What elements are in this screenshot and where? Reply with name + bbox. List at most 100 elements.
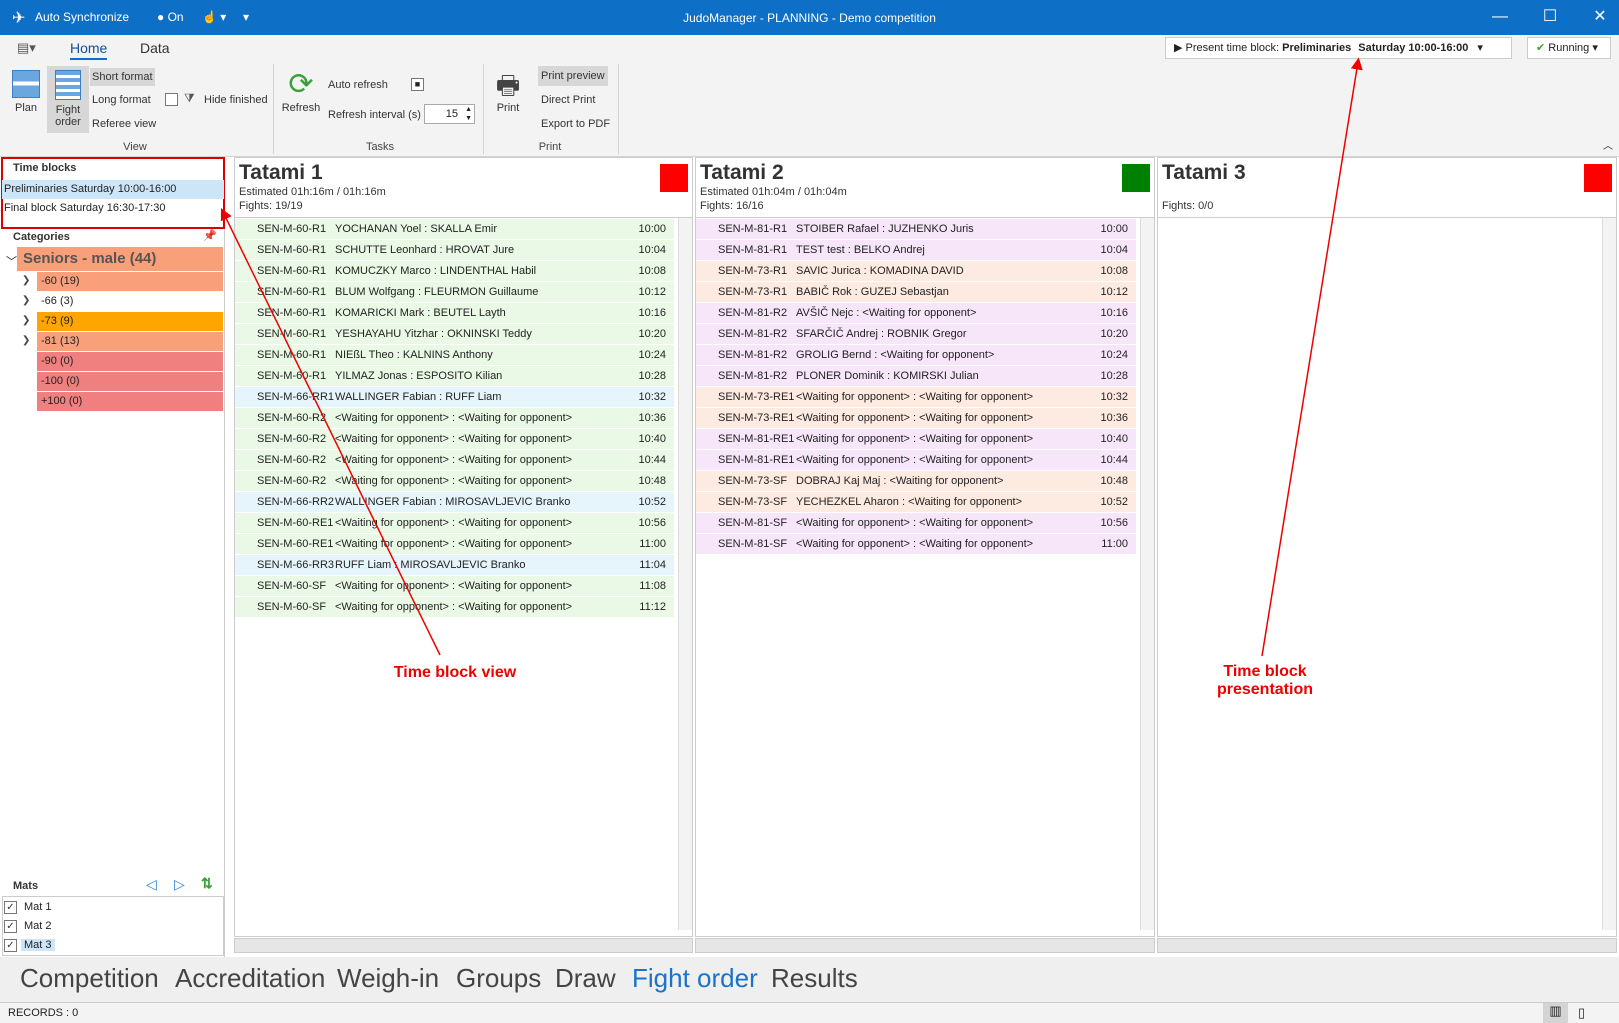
fight-row[interactable]: SEN-M-73-SF YECHEZKEL Aharon : <Waiting f… — [696, 492, 1136, 513]
fight-row[interactable]: SEN-M-60-R1 BLUM Wolfgang : FLEURMON Guil… — [235, 282, 674, 303]
fight-row[interactable]: SEN-M-60-R1 SCHUTTE Leonhard : HROVAT Jur… — [235, 240, 674, 261]
fight-row[interactable]: SEN-M-66-RR2 WALLINGER Fabian : MIROSAVLJ… — [235, 492, 674, 513]
fight-row[interactable]: SEN-M-81-R2 PLONER Dominik : KOMIRSKI Jul… — [696, 366, 1136, 387]
fight-row[interactable]: SEN-M-60-R1 KOMARICKI Mark : BEUTEL Layth… — [235, 303, 674, 324]
fight-row[interactable]: SEN-M-73-R1 BABIČ Rok : GUZEJ Sebastjan 10… — [696, 282, 1136, 303]
fight-row[interactable]: SEN-M-60-R2 <Waiting for opponent> : <Wai… — [235, 471, 674, 492]
fight-row[interactable]: SEN-M-81-R2 GROLIG Bernd : <Waiting for o… — [696, 345, 1136, 366]
mat-item[interactable]: ✓ Mat 3 — [4, 937, 55, 954]
mat-checkbox[interactable]: ✓ — [4, 900, 17, 914]
fight-row[interactable]: SEN-M-60-R1 NIEßL Theo : KALNINS Anthony 1… — [235, 345, 674, 366]
refresh-button[interactable]: ⟳ Refresh — [281, 68, 321, 114]
fight-row[interactable]: SEN-M-81-R1 TEST test : BELKO Andrej 10:04 — [696, 240, 1136, 261]
fight-order-button[interactable]: Fight order — [47, 66, 89, 133]
fight-row[interactable]: SEN-M-73-SF DOBRAJ Kaj Maj : <Waiting for… — [696, 471, 1136, 492]
plan-button[interactable]: Plan — [6, 70, 46, 114]
pin-icon[interactable]: 📌 — [203, 229, 217, 242]
running-status-button[interactable]: ✔ Running ▾ — [1527, 37, 1611, 59]
app-menu-icon[interactable]: ▤▾ — [17, 40, 36, 56]
vertical-scrollbar[interactable] — [1602, 218, 1616, 930]
category-group[interactable]: Seniors - male (44) — [17, 247, 223, 271]
minimize-button[interactable]: — — [1480, 5, 1520, 29]
nav-accreditation[interactable]: Accreditation — [175, 963, 325, 994]
category-item[interactable]: -100 (0) — [37, 372, 223, 391]
mat-item[interactable]: ✓ Mat 1 — [4, 899, 55, 916]
arrow-right-icon[interactable]: ▷ — [174, 876, 185, 893]
present-time-block-selector[interactable]: ▶ Present time block: Preliminaries Satu… — [1165, 37, 1512, 59]
tatami-status-flag[interactable] — [1122, 164, 1150, 192]
fight-row[interactable]: SEN-M-60-SF <Waiting for opponent> : <Wai… — [235, 576, 674, 597]
tab-data[interactable]: Data — [140, 40, 170, 56]
reading-view-icon[interactable]: ▥ — [1543, 1003, 1568, 1023]
horizontal-scrollbar[interactable] — [1157, 938, 1617, 953]
fight-row[interactable]: SEN-M-60-RE1 <Waiting for opponent> : <Wa… — [235, 513, 674, 534]
nav-weigh-in[interactable]: Weigh-in — [337, 963, 439, 994]
normal-view-icon[interactable]: ▯ — [1578, 1005, 1585, 1021]
chevron-right-icon[interactable]: ❯ — [22, 335, 30, 346]
tatami-status-flag[interactable] — [1584, 164, 1612, 192]
tatami-status-flag[interactable] — [660, 164, 688, 192]
mat-checkbox[interactable]: ✓ — [4, 919, 17, 933]
close-button[interactable]: ✕ — [1580, 5, 1619, 29]
fight-row[interactable]: SEN-M-81-SF <Waiting for opponent> : <Wai… — [696, 534, 1136, 555]
nav-fight-order[interactable]: Fight order — [632, 963, 758, 994]
fight-row[interactable]: SEN-M-66-RR1 WALLINGER Fabian : RUFF Liam… — [235, 387, 674, 408]
category-item[interactable]: -60 (19) — [37, 272, 223, 291]
export-pdf-button[interactable]: Export to PDF — [541, 118, 610, 130]
mat-item[interactable]: ✓ Mat 2 — [4, 918, 55, 935]
print-preview-button[interactable]: Print preview — [538, 66, 608, 86]
fight-row[interactable]: SEN-M-60-R2 <Waiting for opponent> : <Wai… — [235, 408, 674, 429]
short-format-button[interactable]: Short format — [90, 68, 155, 86]
category-item[interactable]: -66 (3) — [37, 292, 223, 311]
vertical-scrollbar[interactable] — [1140, 218, 1154, 930]
arrow-left-icon[interactable]: ◁ — [146, 876, 157, 893]
nav-competition[interactable]: Competition — [20, 963, 159, 994]
fight-row[interactable]: SEN-M-60-RE1 <Waiting for opponent> : <Wa… — [235, 534, 674, 555]
long-format-button[interactable]: Long format — [92, 94, 151, 106]
maximize-button[interactable]: ☐ — [1530, 5, 1570, 29]
time-block-item[interactable]: Final block Saturday 16:30-17:30 — [2, 199, 224, 218]
time-block-item[interactable]: Preliminaries Saturday 10:00-16:00 — [2, 180, 224, 199]
fight-row[interactable]: SEN-M-60-SF <Waiting for opponent> : <Wai… — [235, 597, 674, 618]
tab-home[interactable]: Home — [70, 40, 108, 60]
fight-row[interactable]: SEN-M-60-R2 <Waiting for opponent> : <Wai… — [235, 450, 674, 471]
nav-draw[interactable]: Draw — [555, 963, 616, 994]
fight-row[interactable]: SEN-M-81-RE1 <Waiting for opponent> : <Wa… — [696, 450, 1136, 471]
chevron-right-icon[interactable]: ❯ — [22, 295, 30, 306]
chevron-down-icon[interactable]: ﹀ — [6, 253, 17, 269]
fight-row[interactable]: SEN-M-60-R1 KOMUCZKY Marco : LINDENTHAL H… — [235, 261, 674, 282]
fight-row[interactable]: SEN-M-60-R1 YILMAZ Jonas : ESPOSITO Kilia… — [235, 366, 674, 387]
chevron-right-icon[interactable]: ❯ — [22, 315, 30, 326]
fight-row[interactable]: SEN-M-60-R1 YOCHANAN Yoel : SKALLA Emir 10… — [235, 219, 674, 240]
direct-print-button[interactable]: Direct Print — [541, 94, 595, 106]
nav-groups[interactable]: Groups — [456, 963, 541, 994]
hide-finished-checkbox[interactable] — [165, 93, 178, 106]
fight-row[interactable]: SEN-M-81-SF <Waiting for opponent> : <Wai… — [696, 513, 1136, 534]
auto-refresh-checkbox[interactable]: ■ — [411, 78, 424, 91]
fight-row[interactable]: SEN-M-66-RR3 RUFF Liam : MIROSAVLJEVIC Br… — [235, 555, 674, 576]
horizontal-scrollbar[interactable] — [234, 938, 693, 953]
fight-row[interactable]: SEN-M-73-RE1 <Waiting for opponent> : <Wa… — [696, 408, 1136, 429]
mat-checkbox[interactable]: ✓ — [4, 938, 17, 952]
fight-row[interactable]: SEN-M-81-R2 AVŠIČ Nejc : <Waiting for opp… — [696, 303, 1136, 324]
horizontal-scrollbar[interactable] — [695, 938, 1155, 953]
vertical-scrollbar[interactable] — [678, 218, 692, 930]
refresh-interval-spinner[interactable]: 15 ▲ ▼ — [424, 104, 475, 124]
print-button[interactable]: 🖶 Print — [488, 68, 528, 114]
category-item[interactable]: -73 (9) — [37, 312, 223, 331]
fight-row[interactable]: SEN-M-60-R1 YESHAYAHU Yitzhar : OKNINSKI … — [235, 324, 674, 345]
category-item[interactable]: -81 (13) — [37, 332, 223, 351]
chevron-right-icon[interactable]: ❯ — [22, 275, 30, 286]
fight-row[interactable]: SEN-M-73-RE1 <Waiting for opponent> : <Wa… — [696, 387, 1136, 408]
referee-view-button[interactable]: Referee view — [92, 118, 156, 130]
fight-row[interactable]: SEN-M-81-R1 STOIBER Rafael : JUZHENKO Jur… — [696, 219, 1136, 240]
fight-row[interactable]: SEN-M-60-R2 <Waiting for opponent> : <Wai… — [235, 429, 674, 450]
nav-results[interactable]: Results — [771, 963, 858, 994]
fight-row[interactable]: SEN-M-81-RE1 <Waiting for opponent> : <Wa… — [696, 429, 1136, 450]
category-item[interactable]: +100 (0) — [37, 392, 223, 411]
sort-icon[interactable]: ⇅ — [201, 875, 213, 892]
fight-row[interactable]: SEN-M-73-R1 SAVIC Jurica : KOMADINA DAVID… — [696, 261, 1136, 282]
category-item[interactable]: -90 (0) — [37, 352, 223, 371]
fight-row[interactable]: SEN-M-81-R2 SFARČIČ Andrej : ROBNIK Grego… — [696, 324, 1136, 345]
collapse-ribbon-icon[interactable]: ︿ — [1603, 137, 1613, 152]
